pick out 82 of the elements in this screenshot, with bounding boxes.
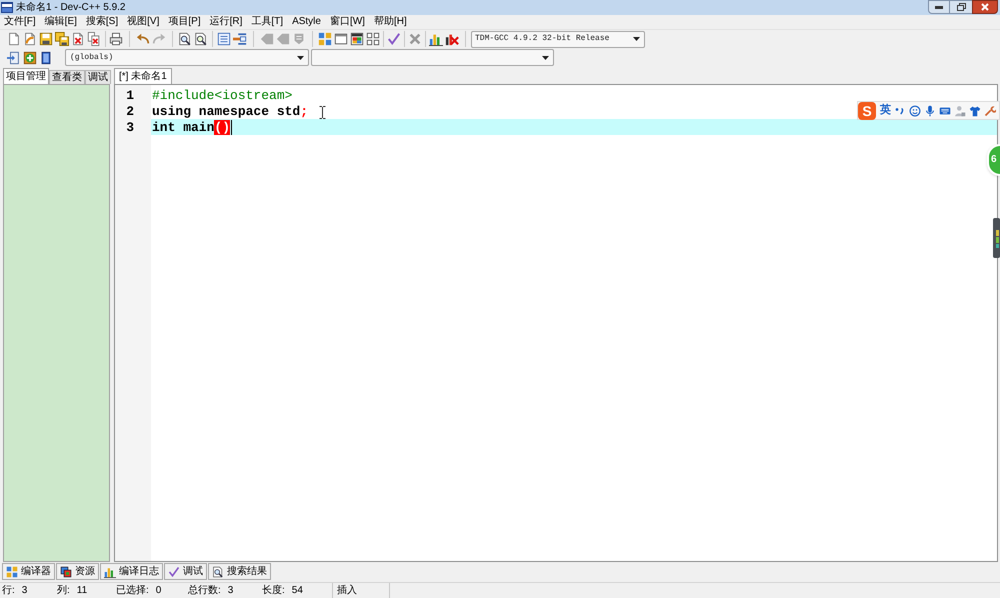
menu-item[interactable]: 运行[R]	[208, 17, 244, 27]
restore-icon	[956, 3, 966, 11]
menu-item[interactable]: 项目[P]	[166, 17, 203, 27]
plus-icon[interactable]	[23, 50, 37, 64]
status-value: 0	[156, 586, 162, 596]
pages-cross-icon[interactable]	[87, 32, 101, 46]
panel-tab[interactable]: 项目管理	[3, 68, 49, 84]
scope-dropdown[interactable]: (globals)	[65, 49, 309, 66]
caret-icon	[633, 37, 640, 41]
line-number: 1	[125, 87, 135, 103]
status-label: 列:	[57, 586, 70, 596]
compiler-dropdown[interactable]: TDM-GCC 4.9.2 32-bit Release	[471, 30, 645, 48]
smiley-icon[interactable]	[909, 104, 921, 116]
line-number: 2	[125, 103, 135, 119]
status-value: 54	[292, 586, 303, 596]
caret-icon	[542, 56, 549, 60]
output-tab[interactable]: 调试	[164, 563, 207, 580]
menu-item[interactable]: AStyle	[290, 17, 323, 27]
four-squares-icon[interactable]	[318, 32, 332, 46]
menu-item[interactable]: 工具[T]	[249, 17, 286, 27]
output-tab[interactable]: 搜索结果	[208, 563, 271, 580]
code-line: int main()	[152, 120, 230, 134]
chart-cross-icon[interactable]	[445, 32, 459, 46]
window-title: 未命名1 - Dev-C++ 5.9.2	[16, 2, 126, 12]
status-label: 已选择:	[116, 586, 149, 596]
tiled-window-icon[interactable]	[350, 32, 364, 46]
menu-item[interactable]: 文件[F]	[2, 17, 38, 27]
status-text: 插入	[337, 586, 357, 596]
microphone-icon[interactable]	[924, 104, 936, 116]
shirt-icon[interactable]	[969, 104, 981, 116]
menu-item[interactable]: 帮助[H]	[372, 17, 409, 27]
bar-chart-icon	[104, 566, 116, 578]
check-mark-icon[interactable]	[387, 32, 401, 46]
meter-widget-icon	[993, 218, 1000, 258]
status-value: 11	[76, 586, 88, 596]
code-line: #include<iostream>	[152, 88, 292, 102]
output-tab[interactable]: 资源	[56, 563, 99, 580]
page-magnifier-icon	[212, 566, 224, 578]
page-magnifier-icon[interactable]	[194, 32, 208, 46]
menu-item[interactable]: 视图[V]	[125, 17, 162, 27]
file-tab[interactable]: [*] 未命名1	[114, 68, 172, 84]
status-label: 长度:	[262, 586, 285, 596]
i-beam-cursor-icon	[319, 106, 326, 119]
stacked-squares-icon	[60, 566, 72, 578]
check-mark-icon	[168, 566, 180, 578]
minimize-icon	[935, 6, 943, 8]
minimize-button[interactable]	[928, 0, 950, 14]
page-magnifier-icon[interactable]	[178, 32, 192, 46]
menu-item[interactable]: 窗口[W]	[328, 17, 367, 27]
panel-tab[interactable]: 查看类	[49, 70, 85, 84]
menu-item[interactable]: 编辑[E]	[42, 17, 79, 27]
open-file-icon[interactable]	[23, 32, 37, 46]
status-value: 3	[22, 586, 28, 596]
blank-page-icon[interactable]	[7, 32, 21, 46]
status-label: 总行数:	[188, 586, 221, 596]
output-tab[interactable]: 编译日志	[100, 563, 163, 580]
page-cross-icon[interactable]	[71, 32, 85, 46]
lines-arrow-icon[interactable]	[233, 32, 247, 46]
four-squares-outline-icon[interactable]	[366, 32, 380, 46]
printer-icon[interactable]	[109, 32, 123, 46]
lines-box-icon[interactable]	[217, 32, 231, 46]
panel-tab[interactable]: 调试	[85, 70, 111, 84]
close-button[interactable]	[972, 0, 998, 14]
line-number: 3	[125, 119, 135, 135]
caret-icon	[297, 56, 304, 60]
window-icon[interactable]	[334, 32, 348, 46]
output-tab[interactable]: 编译器	[2, 563, 55, 580]
restore-button[interactable]	[950, 0, 972, 14]
bar-chart-icon[interactable]	[429, 32, 443, 46]
keyboard-icon[interactable]	[939, 104, 951, 116]
status-value: 3	[228, 586, 234, 596]
menu-item[interactable]: 搜索[S]	[84, 17, 120, 27]
status-label: 行:	[2, 586, 15, 596]
wrench-icon[interactable]	[984, 104, 996, 116]
ime-mode-toggle[interactable]: 英	[880, 105, 891, 116]
code-line: using namespace std;	[152, 104, 308, 118]
undo-arrow-icon[interactable]	[136, 32, 150, 46]
floppy-disks-icon[interactable]	[55, 32, 69, 46]
app-icon	[1, 2, 13, 13]
close-icon	[981, 3, 989, 11]
book-icon[interactable]	[39, 50, 53, 64]
four-squares-icon	[6, 566, 18, 578]
